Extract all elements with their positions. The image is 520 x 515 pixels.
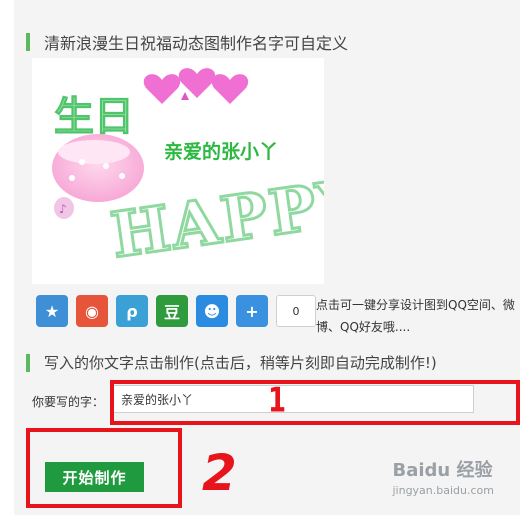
input-label: 你要写的字： [32,395,105,409]
annotation-step-1: 1 [268,381,287,421]
section-title-2: 写入的你文字点击制作(点击后，稍等片刻即自动完成制作!) [26,352,437,373]
title-accent-bar [26,353,30,372]
more-plus-icon[interactable]: + [236,295,268,327]
annotation-step-2: 2 [202,444,237,502]
share-count: 0 [276,295,316,327]
birthday-text: 生日 [54,94,134,140]
preview-name-text: 亲爱的张小丫 [164,140,278,163]
qzone-star-icon[interactable]: ★ [36,295,68,327]
douban-icon[interactable]: 豆 [156,295,188,327]
page-title: 清新浪漫生日祝福动态图制作名字可自定义 [44,34,349,53]
birthday-gif-art: 生日 ♪ 亲爱的张小丫 HAPPY [52,68,370,273]
watermark-url: jingyan.baidu.com [392,484,494,497]
weibo-icon[interactable]: ◉ [76,295,108,327]
baidu-watermark: Baidu 经验 jingyan.baidu.com [392,456,494,497]
annotation-box-input [110,380,520,425]
birthday-gif-preview: 生日 ♪ 亲爱的张小丫 HAPPY [32,58,370,284]
watermark-brand: Baidu 经验 [392,460,493,481]
hearts-decoration [143,68,249,104]
share-note: 点击可一键分享设计图到QQ空间、微博、QQ好友哦.... [316,298,515,334]
share-buttons: ★ ◉ ρ 豆 ☻ + 0 [36,295,316,327]
svg-text:♪: ♪ [59,202,67,216]
tencent-weibo-icon[interactable]: ρ [116,295,148,327]
annotation-box-button [26,428,182,508]
form-instruction: 写入的你文字点击制作(点击后，稍等片刻即自动完成制作!) [44,354,437,372]
qq-penguin-icon[interactable]: ☻ [196,295,228,327]
title-accent-bar [26,33,30,51]
section-title-1: 清新浪漫生日祝福动态图制作名字可自定义 [26,30,348,54]
